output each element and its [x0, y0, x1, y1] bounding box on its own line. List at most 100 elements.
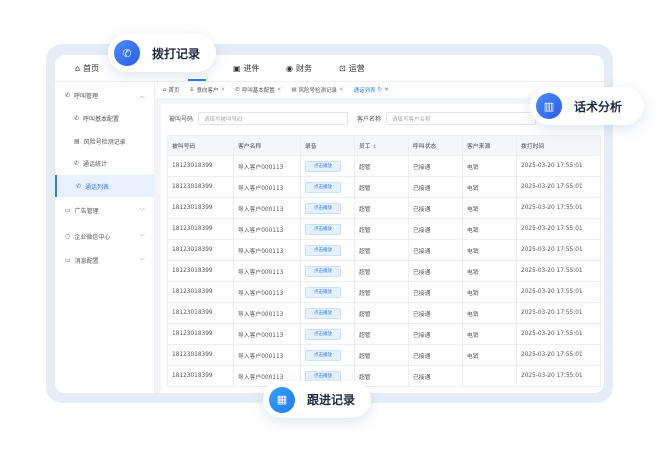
play-recording-button[interactable]: 点击播放	[305, 244, 341, 256]
table-cell: 超管	[354, 197, 409, 219]
table-cell: 2025-03-20 17:55:01	[516, 218, 601, 240]
play-recording-button[interactable]: 点击播放	[305, 265, 341, 277]
table-cell: 电销	[462, 197, 517, 219]
nav-active-underline	[188, 79, 206, 81]
phone-icon: ✆	[74, 114, 80, 122]
table-cell: 点击播放	[300, 302, 355, 324]
tab-risk-check[interactable]: ▤ 风险号检测记录 ✕	[291, 86, 343, 94]
table-cell: 2025-03-20 17:55:01	[516, 365, 601, 387]
play-recording-button[interactable]: 点击播放	[305, 181, 341, 193]
table-cell: 超管	[354, 281, 409, 303]
table-cell: 18123018399	[167, 260, 234, 282]
tab-call-list[interactable]: 通话列表 ↻ ✕	[354, 86, 389, 94]
table-cell: 已接通	[408, 155, 463, 177]
table-cell: 已接通	[408, 281, 463, 303]
play-recording-button[interactable]: 点击播放	[305, 286, 341, 298]
table-cell: 超管	[354, 302, 409, 324]
close-icon[interactable]: ✕	[339, 87, 344, 93]
table-cell: 导入客户000113	[233, 218, 301, 240]
list-icon: ▤	[74, 137, 80, 145]
close-icon[interactable]: ✕	[220, 87, 225, 93]
chat-icon: ○	[65, 232, 71, 240]
play-recording-button[interactable]: 点击播放	[305, 223, 341, 235]
calendar-icon: ▦	[269, 386, 295, 413]
table-cell: 电销	[462, 344, 517, 366]
play-recording-button[interactable]: 点击播放	[305, 202, 341, 214]
table-cell: 导入客户000113	[233, 176, 301, 198]
customer-name-input[interactable]: 请填写客户名称	[386, 112, 537, 125]
play-recording-button[interactable]: 点击播放	[305, 349, 341, 361]
close-icon[interactable]: ✕	[384, 87, 389, 93]
ad-icon: ▭	[65, 206, 71, 214]
table-cell: 导入客户000113	[233, 155, 301, 177]
close-icon[interactable]: ✕	[277, 87, 282, 93]
sidebar-item-call-list[interactable]: ✆ 通话列表	[55, 175, 155, 197]
play-recording-button[interactable]: 点击播放	[305, 307, 341, 319]
table-cell: 电销	[462, 218, 517, 240]
play-recording-button[interactable]: 点击播放	[305, 328, 341, 340]
sidebar-item-risk-check[interactable]: ▤ 风险号检测记录	[55, 130, 155, 152]
table-cell: 导入客户000113	[233, 281, 301, 303]
nav-ops[interactable]: ⊡ 运营	[339, 63, 365, 74]
nav-home-label: 首页	[83, 64, 100, 73]
sidebar-item-ads[interactable]: ▭ 广告管理 ﹀	[55, 199, 155, 221]
nav-finance-label: 财务	[295, 64, 312, 73]
table-cell: 已接通	[408, 365, 463, 387]
content-panel: 被叫号码 请填写被叫号码 客户名称 请填写客户名称 被叫号码 客户名称 录音 员工 ⇕…	[161, 104, 604, 393]
table-row: 18123018399 导入客户000113 点击播放 超管 已接通 电销 2025-03-…	[167, 260, 601, 282]
column-header: 呼叫状态	[408, 135, 463, 156]
sidebar-item-wechat[interactable]: ○ 企业微信中心 ﹀	[55, 225, 155, 247]
table-cell: 导入客户000113	[233, 197, 301, 219]
sidebar-item-call-config[interactable]: ✆ 呼叫基本配置	[55, 107, 155, 129]
table-cell: 电销	[462, 281, 517, 303]
home-icon: ⌂	[163, 87, 167, 93]
phone-icon: ✆	[74, 159, 80, 167]
label: 广告管理	[74, 207, 99, 215]
refresh-icon[interactable]: ↻	[378, 87, 383, 93]
table-cell: 18123018399	[167, 344, 234, 366]
message-icon: ▭	[65, 256, 71, 264]
table-row: 18123018399 导入客户000113 点击播放 超管 已接通 电销 2025-03-…	[167, 218, 601, 240]
table-cell: 2025-03-20 17:55:01	[516, 176, 601, 198]
column-header[interactable]: 员工 ⇕	[354, 135, 409, 156]
table-row: 18123018399 导入客户000113 点击播放 超管 已接通 2025-03-20…	[167, 365, 601, 387]
called-number-input[interactable]: 请填写被叫号码	[198, 112, 349, 125]
play-recording-button[interactable]: 点击播放	[305, 160, 341, 172]
sidebar-item-messages[interactable]: ▭ 消息配置 ﹀	[55, 249, 155, 271]
document-icon: ▣	[233, 64, 241, 73]
sort-icon[interactable]: ⇕	[372, 144, 376, 150]
table-cell: 电销	[462, 239, 517, 261]
nav-finance[interactable]: ◉ 财务	[286, 63, 312, 74]
user-icon: ♙	[189, 87, 195, 93]
sidebar: ✆ 呼叫管理 ︿ ✆ 呼叫基本配置 ▤ 风险号检测记录 ✆ 通话统计 ✆ 通话列表 ▭ 广告管…	[55, 82, 155, 393]
tab-home[interactable]: ⌂ 首页	[163, 86, 180, 94]
tab-intent-customers[interactable]: ♙ 意向客户 ✕	[190, 86, 226, 94]
tab-call-config[interactable]: ✆ 呼叫基本配置 ✕	[235, 86, 281, 94]
sidebar-item-call-management[interactable]: ✆ 呼叫管理 ︿	[55, 84, 155, 106]
label: 通话列表	[85, 183, 110, 191]
table-cell: 点击播放	[300, 239, 355, 261]
table-cell: 点击播放	[300, 176, 355, 198]
filter-bar: 被叫号码 请填写被叫号码 客户名称 请填写客户名称	[169, 112, 537, 125]
table-cell: 点击播放	[300, 281, 355, 303]
table-cell: 导入客户000113	[233, 239, 301, 261]
table-cell: 超管	[354, 155, 409, 177]
table-cell: 18123018399	[167, 155, 234, 177]
table-cell: 点击播放	[300, 344, 355, 366]
table-cell: 18123018399	[167, 365, 234, 387]
header-label: 员工	[359, 144, 371, 150]
badge-script-analysis: ▥ 话术分析	[530, 87, 645, 125]
nav-home[interactable]: ⌂ 首页	[75, 63, 99, 74]
table-cell: 超管	[354, 260, 409, 282]
nav-jinjian[interactable]: ▣ 进件	[233, 63, 260, 74]
table-row: 18123018399 导入客户000113 点击播放 超管 已接通 电销 2025-03-…	[167, 197, 601, 219]
sidebar-item-call-stats[interactable]: ✆ 通话统计	[55, 152, 155, 174]
table-cell: 超管	[354, 218, 409, 240]
play-recording-button[interactable]: 点击播放	[305, 370, 341, 382]
table-cell: 18123018399	[167, 218, 234, 240]
label: 企业微信中心	[74, 233, 111, 241]
table-row: 18123018399 导入客户000113 点击播放 超管 已接通 电销 2025-03-…	[167, 239, 601, 261]
table-cell: 超管	[354, 323, 409, 345]
table-cell: 2025-03-20 17:55:01	[516, 260, 601, 282]
table-cell: 点击播放	[300, 323, 355, 345]
